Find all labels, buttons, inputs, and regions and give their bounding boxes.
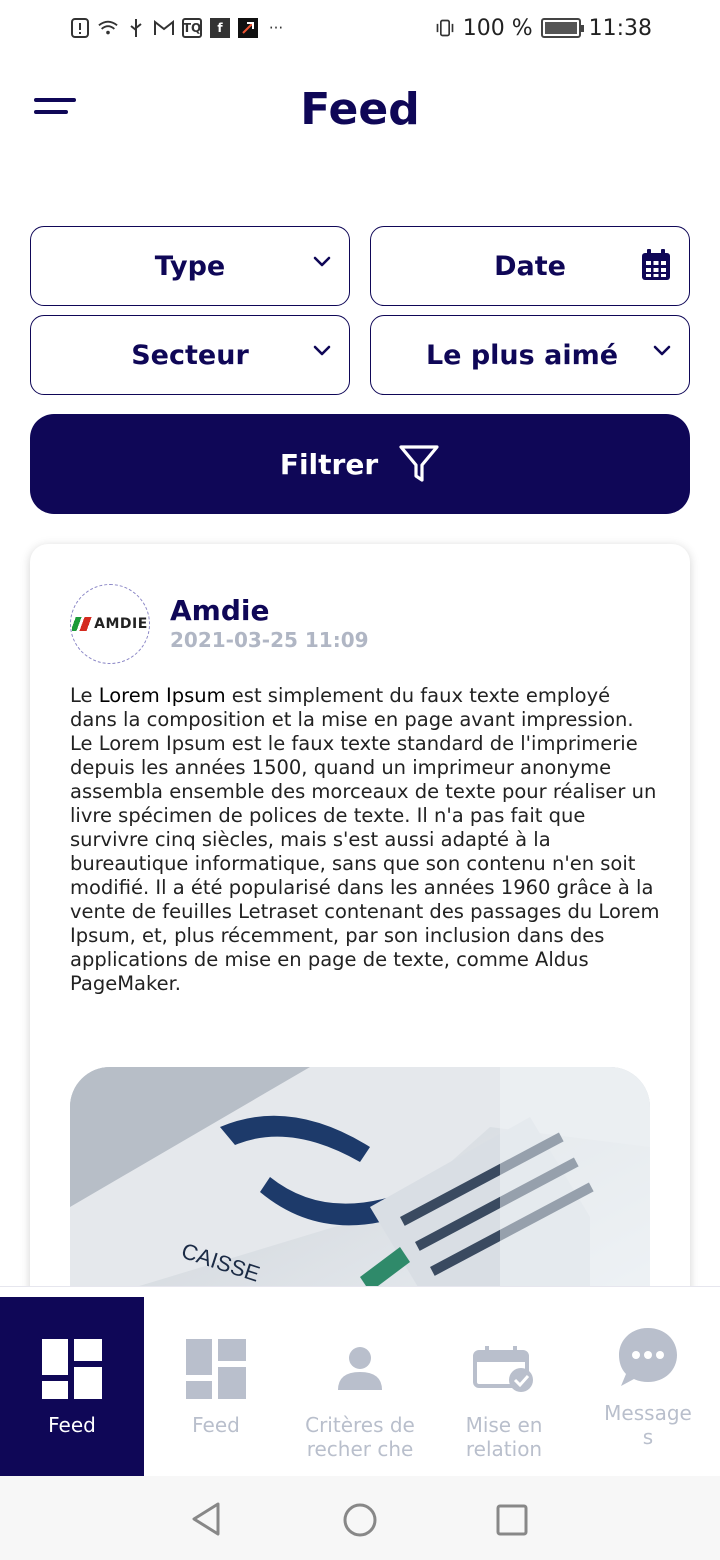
battery-icon bbox=[540, 18, 584, 38]
post-text: Le Lorem Ipsum est simplement du faux te… bbox=[70, 684, 660, 995]
most-liked-dropdown[interactable]: Le plus aimé bbox=[370, 315, 690, 395]
post-text-highlight: Lorem Ipsum bbox=[98, 684, 226, 707]
dashboard-icon bbox=[184, 1337, 248, 1401]
chevron-down-icon bbox=[313, 256, 331, 267]
chat-bubble-icon bbox=[616, 1325, 680, 1389]
page-title: Feed bbox=[300, 84, 420, 135]
recents-icon[interactable] bbox=[496, 1504, 528, 1536]
post-card[interactable]: AMDIE Amdie 2021-03-25 11:09 Le Lorem Ip… bbox=[30, 544, 690, 1344]
dashboard-icon bbox=[40, 1337, 104, 1401]
nav-search-criteria[interactable]: Critères de recher che bbox=[288, 1297, 432, 1477]
chevron-down-icon bbox=[653, 345, 671, 356]
home-icon[interactable] bbox=[342, 1502, 378, 1538]
filter-button-label: Filtrer bbox=[279, 447, 379, 481]
tq-icon: TQ bbox=[182, 18, 202, 38]
nav-messages[interactable]: Message s bbox=[576, 1297, 720, 1477]
nav-label: Feed bbox=[48, 1413, 96, 1437]
post-author[interactable]: Amdie bbox=[170, 594, 269, 627]
calendar-icon bbox=[642, 249, 670, 280]
system-nav-bar bbox=[0, 1476, 720, 1560]
most-liked-label: Le plus aimé bbox=[425, 339, 619, 371]
nav-matchmaking[interactable]: Mise en relation bbox=[432, 1297, 576, 1477]
user-icon bbox=[328, 1337, 392, 1401]
clock: 11:38 bbox=[588, 15, 652, 41]
vibrate-icon bbox=[435, 18, 455, 38]
funnel-icon bbox=[399, 445, 439, 482]
status-bar: TQ f ··· 100 % 11:38 bbox=[0, 0, 720, 56]
nav-label: Critères de recher che bbox=[305, 1413, 415, 1461]
alert-icon bbox=[70, 18, 90, 38]
wifi-icon bbox=[98, 18, 118, 38]
date-picker[interactable]: Date bbox=[370, 226, 690, 306]
type-label: Type bbox=[154, 250, 226, 282]
type-dropdown[interactable]: Type bbox=[30, 226, 350, 306]
chevron-down-icon bbox=[313, 345, 331, 356]
battery-percent: 100 % bbox=[462, 15, 533, 41]
sector-dropdown[interactable]: Secteur bbox=[30, 315, 350, 395]
more-icon: ··· bbox=[268, 19, 284, 37]
app-icon bbox=[238, 18, 258, 38]
facebook-icon: f bbox=[210, 18, 230, 38]
gmail-icon bbox=[154, 18, 174, 38]
amdie-logo: AMDIE bbox=[72, 616, 148, 632]
sector-label: Secteur bbox=[131, 339, 249, 371]
status-right: 100 % 11:38 bbox=[435, 16, 652, 41]
date-label: Date bbox=[494, 250, 566, 282]
calendar-check-icon bbox=[472, 1337, 536, 1401]
nav-feed[interactable]: Feed bbox=[144, 1297, 288, 1477]
header: Feed bbox=[0, 70, 720, 150]
post-timestamp: 2021-03-25 11:09 bbox=[170, 628, 369, 652]
usb-icon bbox=[126, 18, 146, 38]
filter-button[interactable]: Filtrer bbox=[30, 414, 690, 514]
notification-icons: TQ f ··· bbox=[70, 18, 286, 38]
nav-feed-active[interactable]: Feed bbox=[0, 1297, 144, 1477]
nav-label: Mise en relation bbox=[465, 1413, 543, 1461]
nav-label: Feed bbox=[192, 1413, 240, 1437]
bottom-nav: Feed Feed Critères de recher che Mise en… bbox=[0, 1286, 720, 1477]
nav-label: Message s bbox=[604, 1401, 692, 1449]
avatar[interactable]: AMDIE bbox=[70, 584, 150, 664]
back-icon[interactable] bbox=[190, 1502, 222, 1536]
